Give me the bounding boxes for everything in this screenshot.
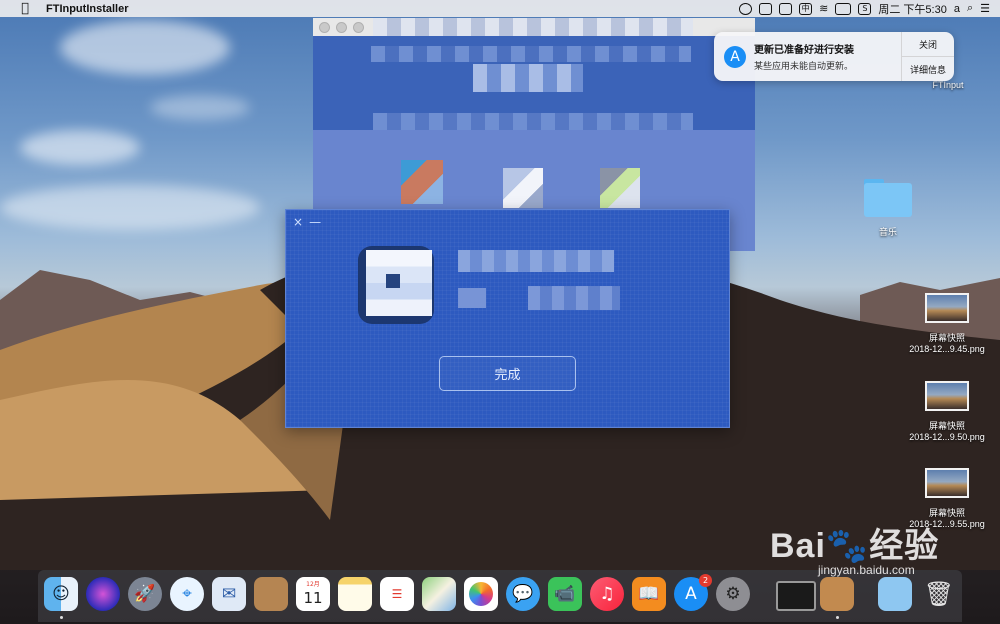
photos-icon[interactable] [464,577,498,611]
siri-icon[interactable] [86,577,120,611]
notification-close-button[interactable]: 关闭 [902,32,954,57]
messages-icon[interactable]: 💬 [506,577,540,611]
desktop-icon-title: 屏幕快照 [928,421,965,431]
pixelated-title [373,18,693,36]
folder-icon [862,175,914,219]
minimize-window-icon[interactable] [336,21,347,33]
camera-icon[interactable] [759,2,773,15]
contacts-icon[interactable] [254,577,288,611]
battery-icon[interactable] [835,2,852,15]
chinese-input-icon[interactable]: 中 [799,2,813,15]
pixelated-heading [473,64,583,92]
books-icon[interactable]: 📖 [632,577,666,611]
facetime-icon[interactable]: 📹 [548,577,582,611]
itunes-icon[interactable]: ♫ [590,577,624,611]
notification-details-button[interactable]: 详细信息 [902,57,954,81]
pixelated-app-icon [503,168,543,208]
pixelated-app-icon [600,168,640,208]
zoom-window-icon[interactable] [353,21,364,33]
minimize-icon[interactable]: — [309,215,321,229]
calendar-icon[interactable]: 12月 11 [296,577,330,611]
desktop-icon-ftinput[interactable]: FTInput [918,80,978,90]
window-titlebar [313,18,755,36]
app-name[interactable]: FTInputInstaller [46,3,129,15]
calendar-day: 11 [303,589,323,607]
input-source[interactable]: a [954,3,960,15]
launchpad-icon[interactable]: 🚀 [128,577,162,611]
menu-bar:  FTInputInstaller 中 ≋ S 周二 下午5:30 a ⌕ ☰ [0,0,1000,17]
finder-icon[interactable]: ☺ [44,577,78,611]
preview-icon[interactable] [820,577,854,611]
desktop-icon-label: FTInput [932,80,964,90]
mail-icon[interactable]: ✉ [212,577,246,611]
desktop-icon-screenshot-1[interactable]: 屏幕快照 2018-12...9.45.png [895,293,999,354]
maps-icon[interactable] [422,577,456,611]
app-store-badge: 2 [699,574,712,587]
dock: ☺ 🚀 ⌖ ✉ 12月 11 ☰ 💬 📹 ♫ 📖 A ⚙ 🗑 [38,570,962,622]
notification-body: 某些应用未能自动更新。 [754,62,854,72]
calendar-month: 12月 [306,581,320,588]
close-window-icon[interactable] [319,21,330,33]
search-icon[interactable]: ⌕ [967,2,973,15]
watermark-url: jingyan.baidu.com [818,563,915,577]
pixelated-text [528,286,620,310]
desktop-icon-screenshot-2[interactable]: 屏幕快照 2018-12...9.50.png [895,381,999,442]
app-store-icon: A [724,46,746,68]
trash-icon[interactable]: 🗑 [922,577,956,611]
desktop-icon-filename: 2018-12...9.45.png [909,344,985,354]
desktop-icon-filename: 2018-12...9.50.png [909,432,985,442]
microphone-icon[interactable] [779,2,793,15]
pixelated-block [371,46,691,62]
terminal-icon[interactable] [776,581,816,611]
update-notification[interactable]: A 更新已准备好进行安装 某些应用未能自动更新。 关闭 详细信息 [714,32,954,81]
reminders-icon[interactable]: ☰ [380,577,414,611]
sogou-icon[interactable]: S [858,2,872,15]
notification-title: 更新已准备好进行安装 [754,45,854,56]
watermark-brand-suffix: 经验 [869,527,940,565]
desktop-icon-label: 音乐 [878,227,897,237]
done-button[interactable]: 完成 [439,356,576,391]
apple-icon[interactable]:  [18,1,32,16]
clock[interactable]: 周二 下午5:30 [878,1,946,17]
pixelated-app-icon [401,160,443,204]
paw-icon: 🐾 [825,527,870,565]
menu-list-icon[interactable]: ☰ [980,2,990,15]
running-indicator [60,616,63,619]
desktop-icon-title: 屏幕快照 [928,333,965,343]
screenshot-thumbnail [925,293,969,323]
watermark-brand: Bai [770,527,826,565]
screenshot-thumbnail [925,381,969,411]
pixelated-text [458,288,486,308]
running-indicator [836,616,839,619]
system-preferences-icon[interactable]: ⚙ [716,577,750,611]
folder-stack-icon[interactable] [878,577,912,611]
creative-cloud-icon[interactable] [739,2,753,15]
desktop-icon-music-folder[interactable]: 音乐 [858,175,918,238]
baidu-watermark: Bai🐾经验 jingyan.baidu.com [770,518,939,577]
wifi-icon[interactable]: ≋ [819,2,828,15]
close-icon[interactable]: × [293,215,303,229]
installer-complete-dialog: × — 完成 [285,209,730,428]
pixelated-title-text [458,250,614,272]
screenshot-thumbnail [925,468,969,498]
safari-icon[interactable]: ⌖ [170,577,204,611]
notes-icon[interactable] [338,577,372,611]
app-icon-detail [386,274,400,288]
